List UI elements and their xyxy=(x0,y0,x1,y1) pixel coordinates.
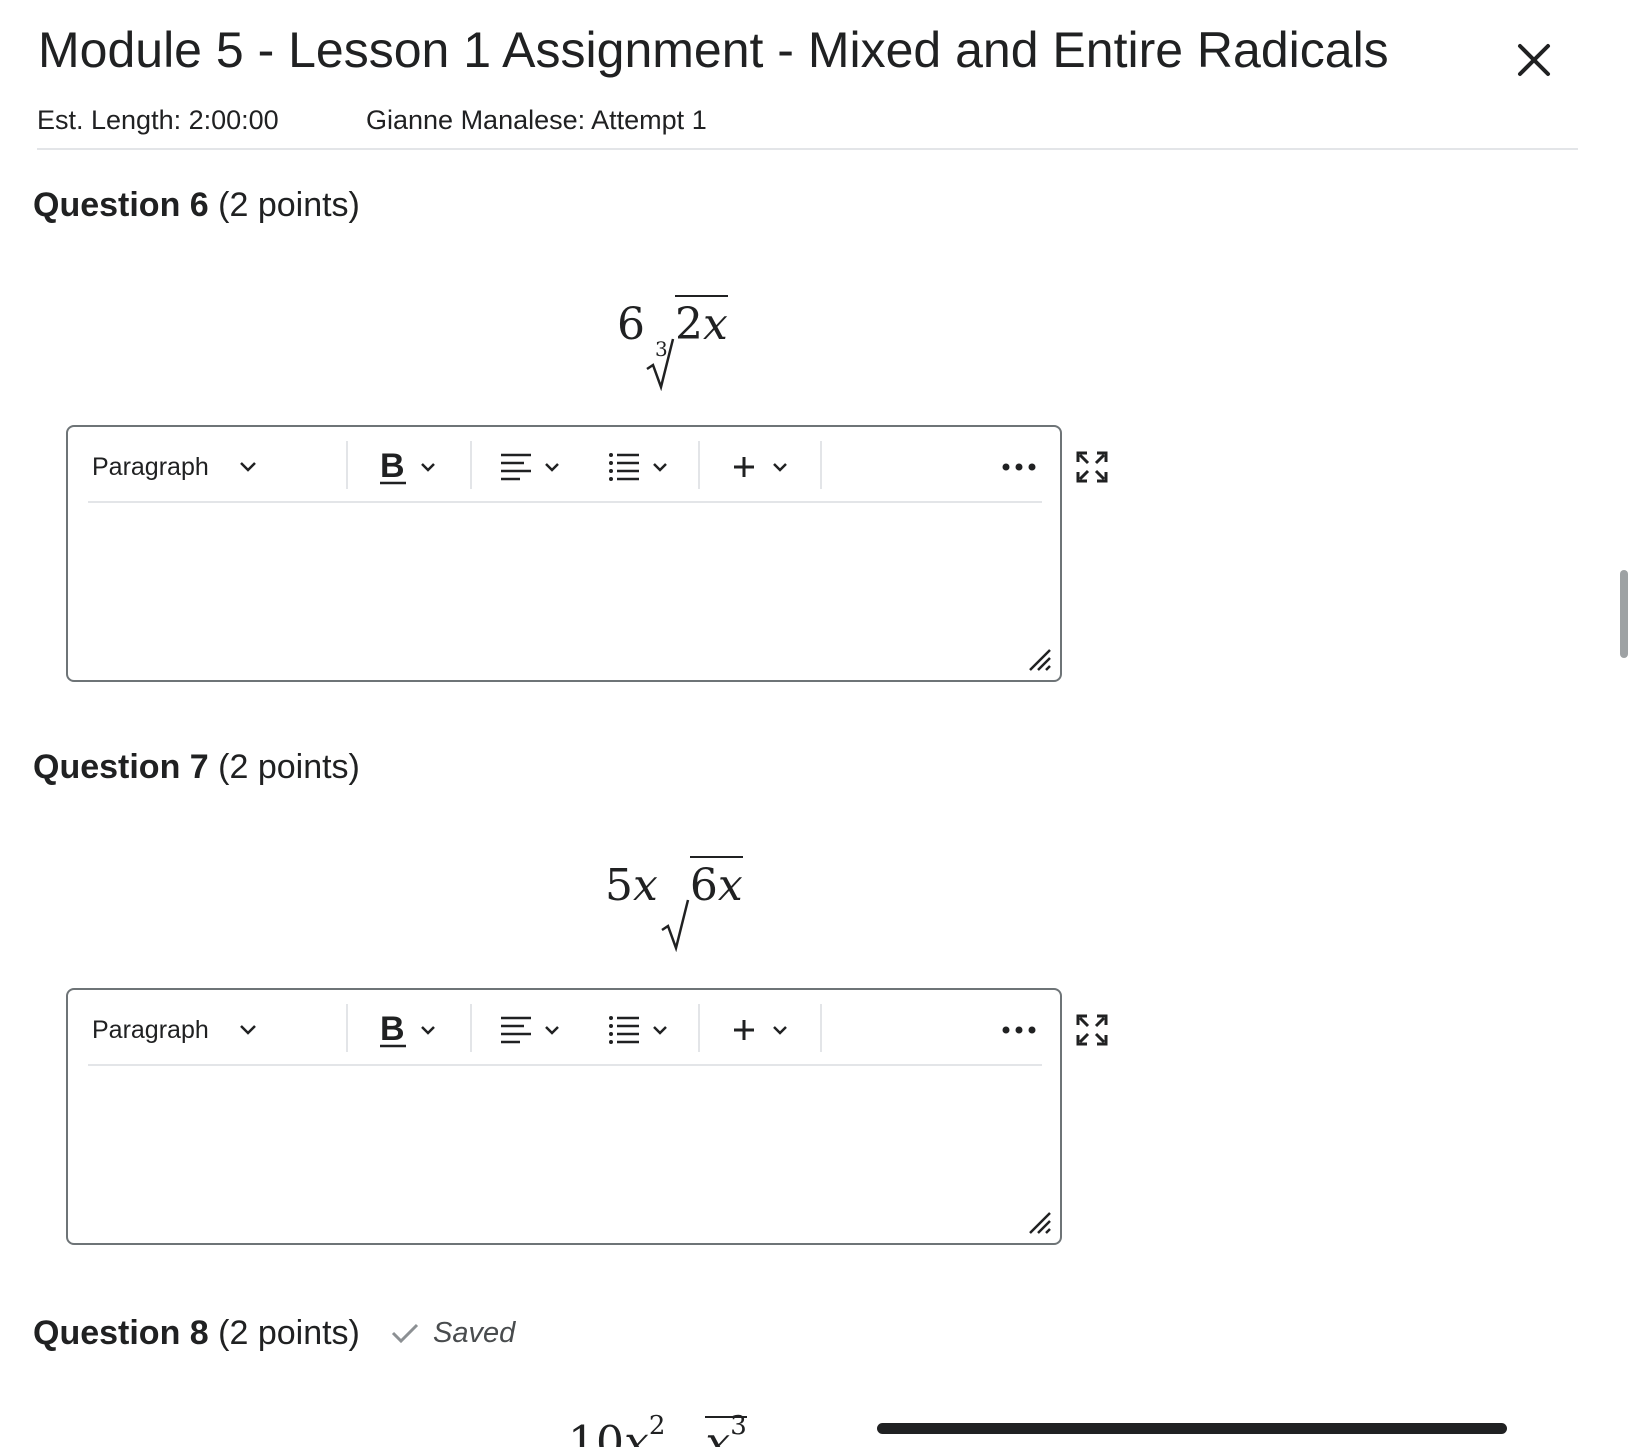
expression-coefficient: 6 xyxy=(617,299,645,350)
toolbar-separator xyxy=(346,1004,348,1052)
question-expression: 5x 6x xyxy=(605,856,743,952)
attempt-info: Gianne Manalese: Attempt 1 xyxy=(366,105,707,135)
vertical-scrollbar[interactable] xyxy=(1620,570,1628,658)
bulleted-list-icon xyxy=(609,453,639,481)
more-button[interactable] xyxy=(1002,1006,1036,1054)
resize-handle[interactable] xyxy=(1026,1209,1054,1237)
radicand: x3 xyxy=(705,1411,747,1447)
insert-button[interactable] xyxy=(732,443,788,491)
toolbar-separator xyxy=(470,1004,472,1052)
answer-editor: Paragraph B xyxy=(66,425,1108,682)
question-points: (2 points) xyxy=(218,748,360,786)
answer-editor: Paragraph B xyxy=(66,988,1108,1245)
chevron-down-icon xyxy=(653,462,667,472)
fullscreen-button[interactable] xyxy=(1076,443,1108,491)
expression-coefficient: 5 xyxy=(605,860,633,911)
toolbar-separator xyxy=(346,441,348,489)
radicand: 6x xyxy=(689,856,743,911)
answer-text-area[interactable] xyxy=(88,505,1042,655)
toolbar-separator xyxy=(470,441,472,489)
question-heading: Question 6 (2 points) xyxy=(33,183,360,227)
plus-icon xyxy=(734,457,754,477)
block-format-label: Paragraph xyxy=(92,452,209,481)
question-expression: 6 3 2x xyxy=(617,295,728,391)
more-horizontal-icon xyxy=(1002,1026,1036,1034)
toolbar-separator xyxy=(820,1004,822,1052)
bold-button[interactable]: B xyxy=(378,1006,436,1054)
radicand-number: 6 xyxy=(689,860,718,911)
saved-label: Saved xyxy=(433,1316,516,1349)
close-icon xyxy=(1518,44,1550,76)
chevron-down-icon xyxy=(545,462,559,472)
block-format-dropdown[interactable]: Paragraph xyxy=(92,1006,257,1054)
bold-button[interactable]: B xyxy=(378,443,436,491)
chevron-down-icon xyxy=(421,462,435,472)
resize-grip-icon xyxy=(1029,1212,1051,1234)
toolbar-separator xyxy=(698,1004,700,1052)
bold-icon: B xyxy=(380,1012,406,1048)
toolbar-separator xyxy=(820,441,822,489)
question-heading: Question 7 (2 points) xyxy=(33,745,360,789)
chevron-down-icon xyxy=(545,1025,559,1035)
chevron-down-icon xyxy=(773,1025,787,1035)
block-format-label: Paragraph xyxy=(92,1015,209,1044)
question-heading: Question 8 (2 points) xyxy=(33,1311,360,1355)
chevron-down-icon xyxy=(653,1025,667,1035)
fullscreen-icon xyxy=(1076,451,1108,483)
question-points: (2 points) xyxy=(218,186,360,224)
align-left-icon xyxy=(501,453,531,481)
list-button[interactable] xyxy=(608,1006,668,1054)
resize-handle[interactable] xyxy=(1026,646,1054,674)
home-indicator-bar[interactable] xyxy=(877,1423,1507,1434)
header-divider xyxy=(37,148,1578,150)
editor-toolbar: Paragraph B xyxy=(88,437,1108,503)
bold-icon: B xyxy=(380,449,406,485)
question-points: (2 points) xyxy=(218,1314,360,1352)
block-format-dropdown[interactable]: Paragraph xyxy=(92,443,257,491)
chevron-down-icon xyxy=(239,1025,256,1035)
radicand-variable: x xyxy=(717,860,743,911)
estimated-length: Est. Length: 2:00:00 xyxy=(37,105,279,135)
expression-coefficient: 10 xyxy=(568,1417,624,1447)
more-button[interactable] xyxy=(1002,443,1036,491)
radicand-exponent: 3 xyxy=(730,1411,747,1441)
plus-icon xyxy=(734,1020,754,1040)
align-button[interactable] xyxy=(500,443,560,491)
fullscreen-icon xyxy=(1076,1014,1108,1046)
insert-button[interactable] xyxy=(732,1006,788,1054)
question-label: Question 8 xyxy=(33,1314,209,1352)
radicand-number: 2 xyxy=(675,299,703,350)
align-left-icon xyxy=(501,1016,531,1044)
question-label: Question 7 xyxy=(33,748,209,786)
coefficient-variable: x xyxy=(633,860,658,911)
editor-toolbar: Paragraph B xyxy=(88,1000,1108,1066)
toolbar-separator xyxy=(698,441,700,489)
resize-grip-icon xyxy=(1029,649,1051,671)
radicand: 2x xyxy=(675,295,728,350)
chevron-down-icon xyxy=(239,462,256,472)
saved-status: Saved xyxy=(391,1311,515,1355)
svg-text:B: B xyxy=(380,449,405,485)
checkmark-icon xyxy=(391,1323,419,1344)
list-button[interactable] xyxy=(608,443,668,491)
question-expression-partial: 10x2 x3 xyxy=(568,1406,747,1447)
expression-exponent: 2 xyxy=(648,1411,666,1441)
more-horizontal-icon xyxy=(1002,463,1036,471)
assignment-page: Module 5 - Lesson 1 Assignment - Mixed a… xyxy=(0,0,1628,1447)
radicand-variable: x xyxy=(703,299,728,350)
question-label: Question 6 xyxy=(33,186,209,224)
bulleted-list-icon xyxy=(609,1016,639,1044)
chevron-down-icon xyxy=(421,1025,435,1035)
close-button[interactable] xyxy=(1512,38,1556,82)
svg-text:B: B xyxy=(380,1012,405,1048)
answer-text-area[interactable] xyxy=(88,1068,1042,1218)
page-title: Module 5 - Lesson 1 Assignment - Mixed a… xyxy=(38,22,1389,78)
chevron-down-icon xyxy=(773,462,787,472)
align-button[interactable] xyxy=(500,1006,560,1054)
fullscreen-button[interactable] xyxy=(1076,1006,1108,1054)
